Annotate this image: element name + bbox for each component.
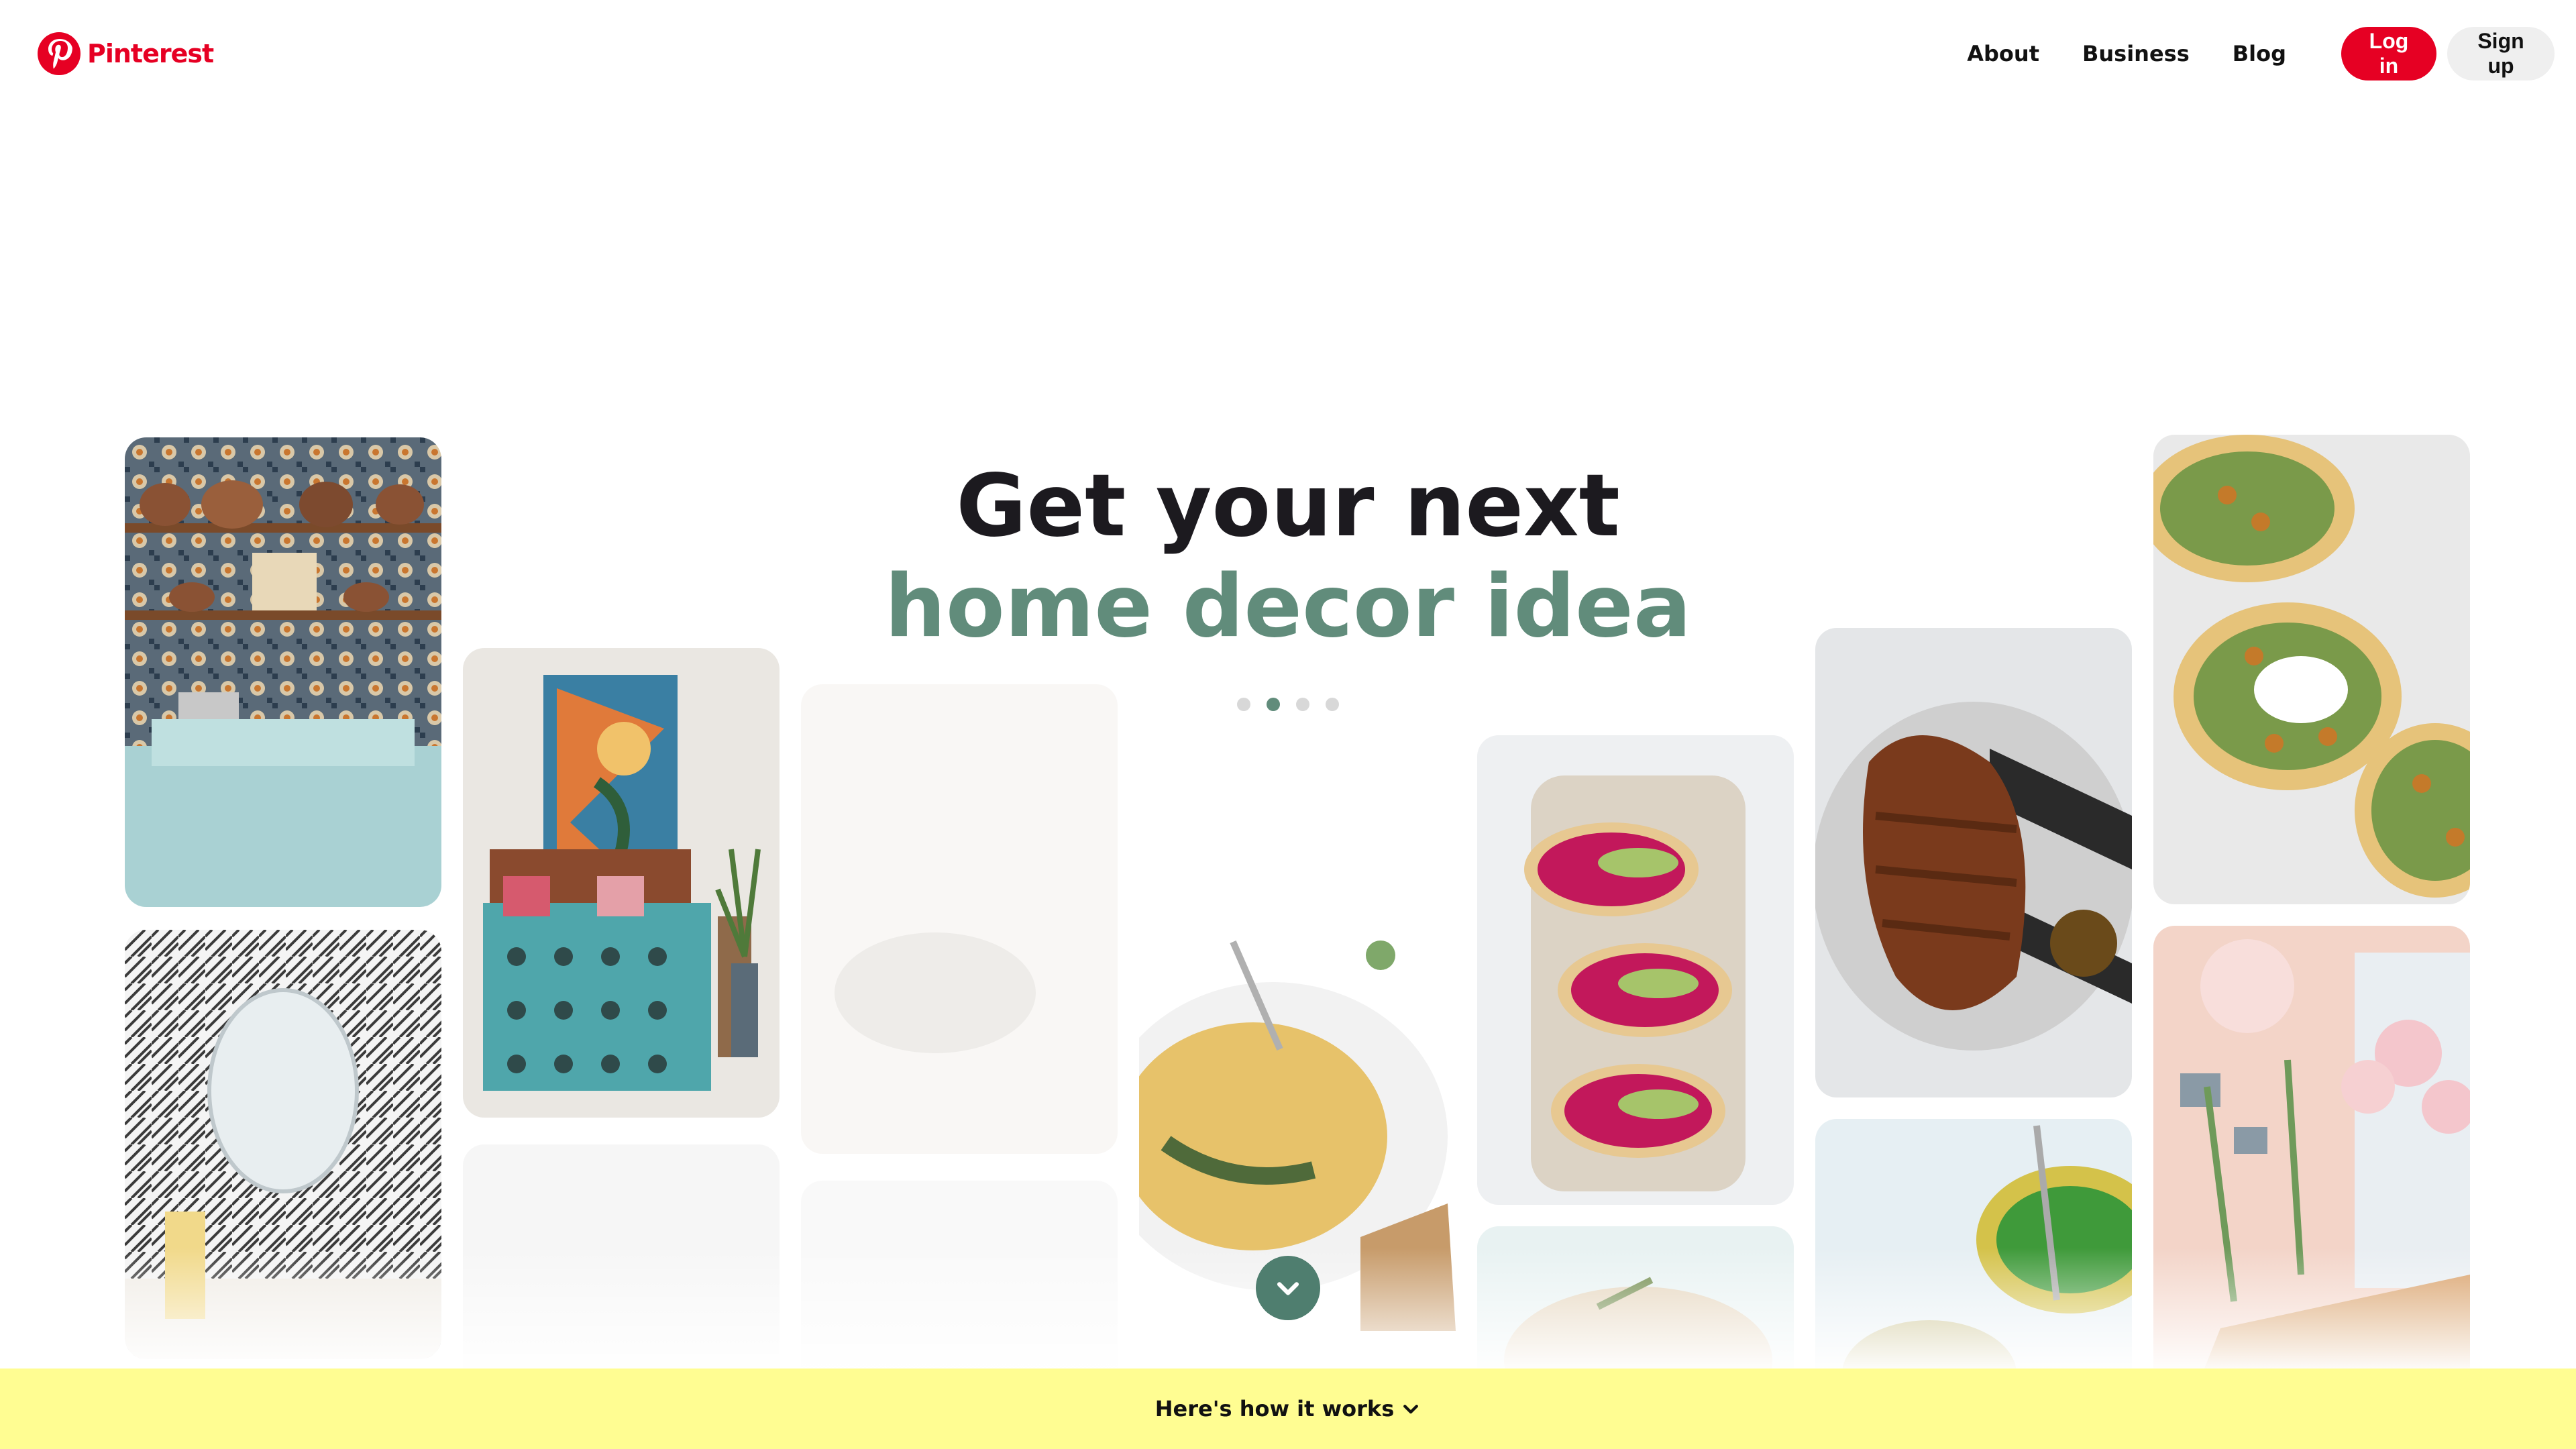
brand-name: Pinterest [87, 39, 214, 68]
carousel-dot-2[interactable] [1267, 698, 1280, 711]
hero-title-line1: Get your next [956, 456, 1620, 556]
how-it-works-bar[interactable]: Here's how it works [0, 1368, 2576, 1449]
bedroom-painting-image [463, 648, 780, 1118]
nav-blog-link[interactable]: Blog [2211, 41, 2308, 66]
how-it-works-label: Here's how it works [1155, 1396, 1395, 1421]
hero: Get your next home decor idea [0, 456, 2576, 711]
carousel-dots [0, 698, 2576, 711]
carousel-dot-1[interactable] [1237, 698, 1250, 711]
carousel-dot-4[interactable] [1326, 698, 1339, 711]
top-header: Pinterest About Business Blog Log in Sig… [0, 0, 2576, 107]
scroll-down-button[interactable] [1256, 1256, 1320, 1320]
hero-title-line2: home decor idea [884, 557, 1692, 657]
faded-cooking-image [801, 684, 1118, 1154]
pin-image-grid [0, 0, 2576, 1449]
nav-business-link[interactable]: Business [2061, 41, 2211, 66]
pinterest-logo-icon [38, 32, 80, 75]
chevron-down-icon [1403, 1405, 1419, 1414]
pinterest-home-link[interactable]: Pinterest [38, 32, 214, 75]
beet-avocado-toast-image [1477, 735, 1794, 1205]
top-nav: About Business Blog Log in Sign up [1945, 27, 2555, 80]
signup-button[interactable]: Sign up [2447, 27, 2555, 80]
nav-about-link[interactable]: About [1945, 41, 2061, 66]
carousel-dot-3[interactable] [1296, 698, 1309, 711]
chevron-down-icon [1277, 1282, 1299, 1295]
login-button[interactable]: Log in [2341, 27, 2436, 80]
